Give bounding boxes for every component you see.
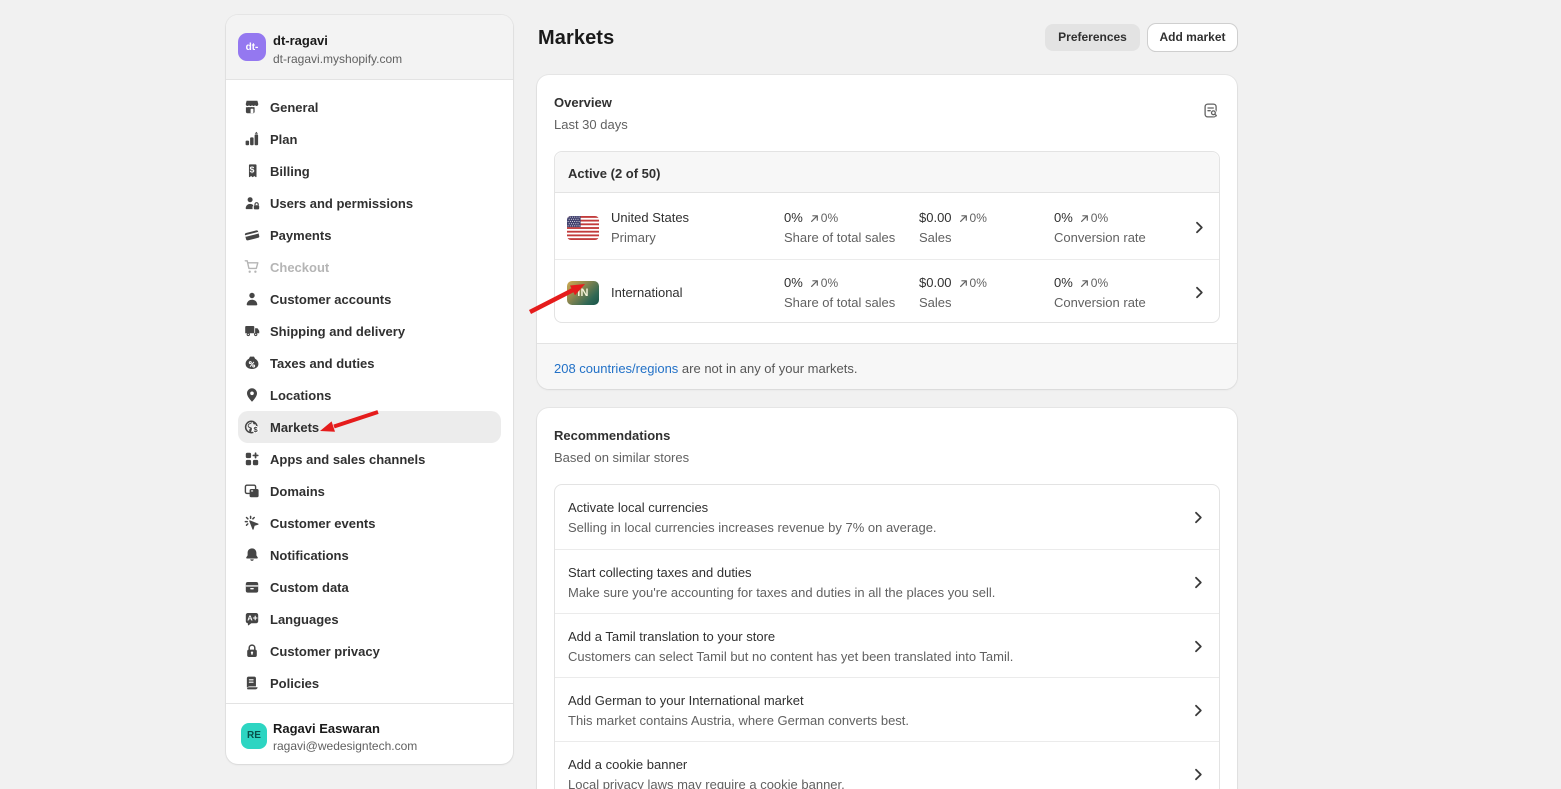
svg-text:$: $ xyxy=(253,425,257,434)
svg-text:A: A xyxy=(247,614,253,623)
svg-text:$: $ xyxy=(250,165,255,175)
